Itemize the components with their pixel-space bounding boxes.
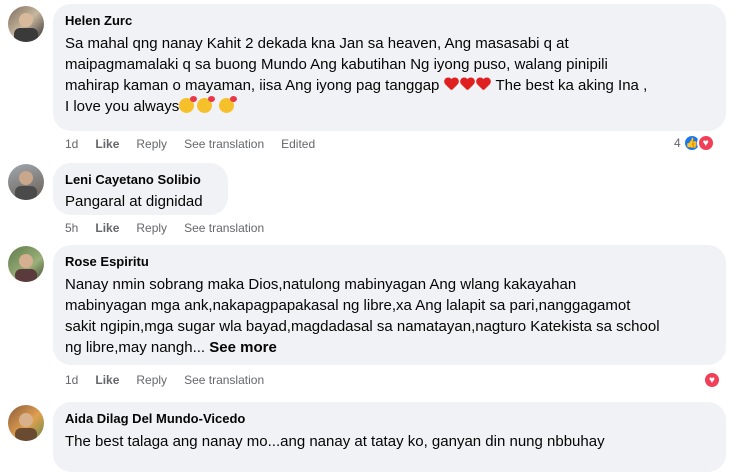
comment-body: Nanay nmin sobrang maka Dios,natulong ma… [65,276,660,356]
avatar[interactable] [8,246,44,282]
smiling-face-with-hearts-icon [197,96,216,113]
comment-actions: 5h Like Reply See translation [65,221,281,235]
reply-button[interactable]: Reply [136,137,167,151]
avatar-photo-icon [14,13,38,42]
like-button[interactable]: Like [95,373,119,387]
see-more-link[interactable]: See more [209,339,277,356]
comment-text: The best talaga ang nanay mo...ang nanay… [65,433,605,450]
comment-time[interactable]: 5h [65,221,78,235]
heart-icon [476,77,491,92]
see-translation-link[interactable]: See translation [184,137,264,151]
like-button[interactable]: Like [95,221,119,235]
see-translation-link[interactable]: See translation [184,373,264,387]
avatar-photo-icon [15,171,37,200]
avatar-photo-icon [15,413,37,441]
reply-button[interactable]: Reply [136,373,167,387]
comment-body-line4: I love you always [65,98,180,115]
comment-body-continued: The best ka aking Ina , [491,77,648,94]
reply-button[interactable]: Reply [136,221,167,235]
reaction-summary[interactable]: 4 👍 ♥ [674,134,715,152]
comment-author[interactable]: Helen Zurc [65,12,714,29]
heart-icon [444,77,459,92]
comment-bubble: Helen Zurc Sa mahal qng nanay Kahit 2 de… [53,4,726,131]
comment-text: Pangaral at dignidad [65,193,203,210]
comment-text: Sa mahal qng nanay Kahit 2 dekada kna Ja… [65,33,714,117]
like-button[interactable]: Like [95,137,119,151]
comment-actions: 1d Like Reply See translation Edited [65,137,332,151]
avatar[interactable] [8,405,44,441]
comment-bubble: Aida Dilag Del Mundo-Vicedo The best tal… [53,402,726,472]
avatar[interactable] [8,164,44,200]
smiling-face-with-hearts-icon [219,96,238,113]
reaction-count: 4 [674,136,681,150]
avatar[interactable] [8,6,44,42]
comment-author[interactable]: Rose Espiritu [65,253,714,270]
comment-time[interactable]: 1d [65,373,78,387]
heart-icon [460,77,475,92]
comment-actions: 1d Like Reply See translation [65,373,281,387]
avatar-photo-icon [15,254,37,282]
comment-text: Nanay nmin sobrang maka Dios,natulong ma… [65,274,714,358]
edited-label[interactable]: Edited [281,137,315,151]
see-translation-link[interactable]: See translation [184,221,264,235]
love-reaction-icon: ♥ [696,134,715,152]
comment-author[interactable]: Aida Dilag Del Mundo-Vicedo [65,410,714,427]
reaction-summary[interactable]: ♥ [703,371,721,389]
comment-bubble: Rose Espiritu Nanay nmin sobrang maka Di… [53,245,726,365]
comment-bubble: Leni Cayetano Solibio Pangaral at dignid… [53,163,228,215]
love-reaction-icon: ♥ [703,371,721,389]
comment-time[interactable]: 1d [65,137,78,151]
comment-author[interactable]: Leni Cayetano Solibio [65,171,216,188]
smiling-face-with-hearts-icon [179,96,198,113]
